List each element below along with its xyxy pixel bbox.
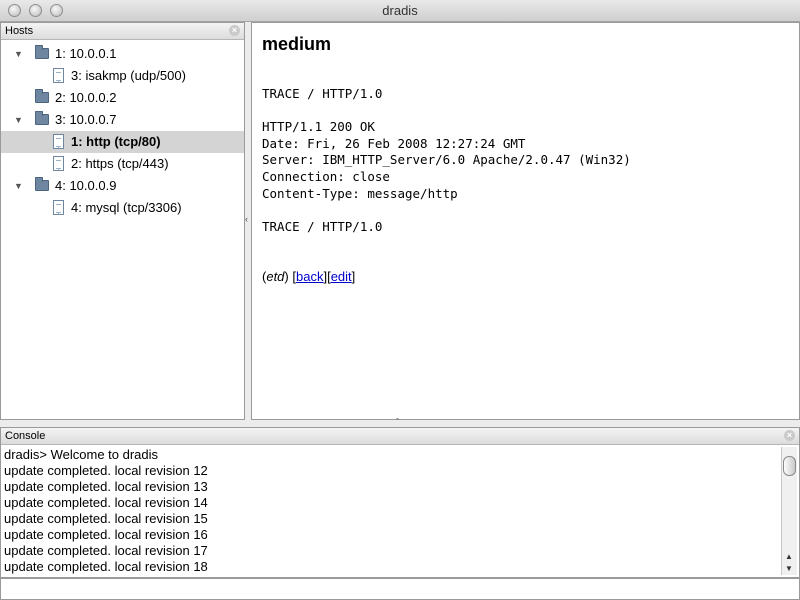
note-title: medium — [262, 34, 332, 54]
note-footer: (etd) [back][edit] — [262, 269, 356, 284]
document-icon — [53, 68, 64, 83]
edit-link[interactable]: edit — [331, 269, 352, 284]
document-icon — [53, 134, 64, 149]
disclosure-open-icon[interactable]: ▼ — [14, 175, 23, 197]
folder-icon — [35, 45, 49, 59]
console-line: update completed. local revision 12 — [4, 463, 208, 478]
close-icon[interactable]: × — [784, 430, 795, 441]
console-line: update completed. local revision 18 — [4, 559, 208, 574]
document-icon — [53, 156, 64, 171]
back-link[interactable]: back — [296, 269, 323, 284]
folder-icon — [35, 89, 49, 103]
disclosure-open-icon[interactable]: ▼ — [14, 43, 23, 65]
disclosure-open-icon[interactable]: ▼ — [14, 109, 23, 131]
tree-host-item[interactable]: 2: 10.0.0.2 — [1, 87, 244, 109]
scrollbar-thumb[interactable] — [783, 456, 796, 476]
tree-service-item[interactable]: 3: isakmp (udp/500) — [1, 65, 244, 87]
tree-item-label: 4: 10.0.0.9 — [55, 178, 117, 193]
tree-host-item[interactable]: ▼ 1: 10.0.0.1 — [1, 43, 244, 65]
tree-host-item[interactable]: ▼ 4: 10.0.0.9 — [1, 175, 244, 197]
document-icon — [53, 200, 64, 215]
hosts-panel-header: Hosts × — [1, 23, 244, 40]
tree-service-item[interactable]: 2: https (tcp/443) — [1, 153, 244, 175]
console-command-input[interactable] — [0, 578, 800, 600]
note-author: etd — [266, 269, 285, 284]
console-line: update completed. local revision 14 — [4, 495, 208, 510]
tree-item-label: 1: 10.0.0.1 — [55, 46, 117, 61]
tree-item-label: 3: 10.0.0.7 — [55, 112, 117, 127]
tree-item-label: 4: mysql (tcp/3306) — [71, 200, 182, 215]
close-icon[interactable]: × — [229, 25, 240, 36]
tree-item-label: 1: http (tcp/80) — [71, 134, 161, 149]
console-panel-header: Console × — [1, 428, 799, 445]
title-bar: dradis — [0, 0, 800, 22]
tree-host-item[interactable]: ▼ 3: 10.0.0.7 — [1, 109, 244, 131]
console-output: dradis> Welcome to dradis update complete… — [4, 447, 779, 575]
tree-service-item[interactable]: 1: http (tcp/80) — [1, 131, 244, 153]
tree-item-label: 2: https (tcp/443) — [71, 156, 169, 171]
tree-item-label: 3: isakmp (udp/500) — [71, 68, 186, 83]
scroll-up-icon[interactable]: ▲ — [785, 552, 793, 561]
vertical-splitter-grip[interactable]: ‹ — [245, 214, 248, 224]
horizontal-splitter-grip[interactable]: ˆ — [396, 417, 399, 427]
console-panel: Console × dradis> Welcome to dradis updat… — [0, 427, 800, 578]
window-title: dradis — [382, 3, 418, 18]
scroll-down-icon[interactable]: ▼ — [785, 564, 793, 573]
note-panel: medium TRACE / HTTP/1.0 HTTP/1.1 200 OK … — [251, 22, 800, 420]
tree-service-item[interactable]: 4: mysql (tcp/3306) — [1, 197, 244, 219]
note-body: TRACE / HTTP/1.0 HTTP/1.1 200 OK Date: F… — [262, 86, 631, 234]
console-line: update completed. local revision 16 — [4, 527, 208, 542]
folder-icon — [35, 111, 49, 125]
hosts-panel: Hosts × ▼ 1: 10.0.0.1 3: isakmp (udp/500) 2… — [0, 22, 245, 420]
console-scrollbar[interactable]: ▲ ▼ — [781, 447, 797, 575]
console-line: dradis> Welcome to dradis — [4, 447, 159, 462]
tree-item-label: 2: 10.0.0.2 — [55, 90, 117, 105]
console-line: update completed. local revision 17 — [4, 543, 208, 558]
folder-icon — [35, 177, 49, 191]
hosts-panel-title: Hosts — [5, 25, 34, 37]
console-line: update completed. local revision 15 — [4, 511, 208, 526]
console-panel-title: Console — [5, 430, 46, 442]
console-line: update completed. local revision 13 — [4, 479, 208, 494]
